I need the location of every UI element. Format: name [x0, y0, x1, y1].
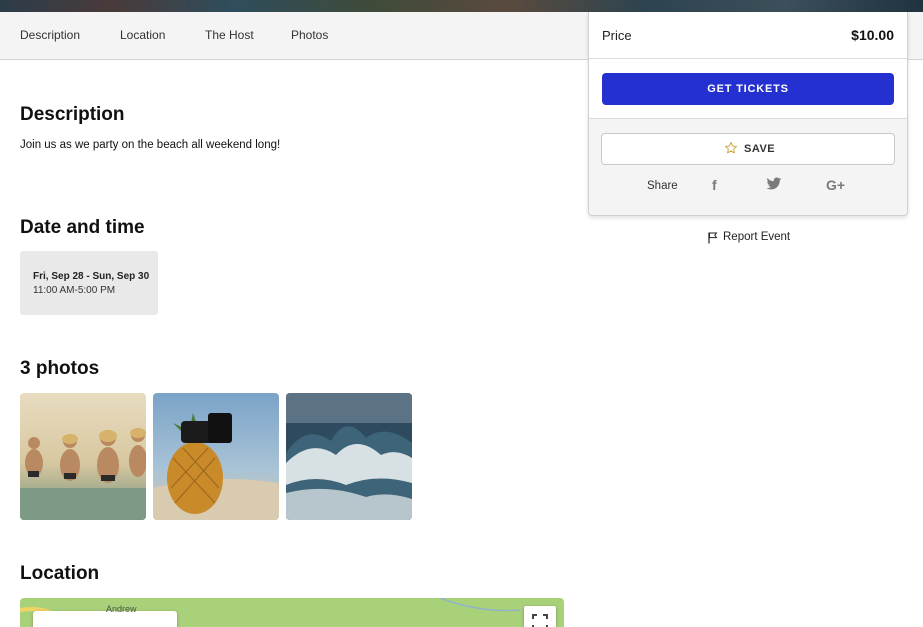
- star-icon: [724, 141, 738, 154]
- map-street-label: Andrew: [106, 604, 137, 614]
- location-map[interactable]: Andrew: [20, 598, 564, 627]
- ticket-panel: Price $10.00 GET TICKETS SAVE Share f G+: [588, 12, 908, 216]
- description-text: Join us as we party on the beach all wee…: [20, 139, 281, 151]
- pineapple-sunglasses-photo[interactable]: [153, 393, 279, 520]
- share-label: Share: [647, 180, 678, 192]
- google-plus-icon[interactable]: G+: [826, 177, 845, 193]
- ocean-wave-photo[interactable]: [286, 393, 412, 520]
- save-label: SAVE: [744, 143, 776, 155]
- time-range: 11:00 AM-5:00 PM: [33, 285, 116, 296]
- flag-icon: [708, 232, 718, 244]
- report-event-label: Report Event: [723, 231, 791, 243]
- facebook-icon[interactable]: f: [712, 177, 717, 193]
- subnav-item-description[interactable]: Description: [20, 28, 80, 42]
- price-label: Price: [602, 28, 632, 43]
- location-heading: Location: [20, 563, 100, 584]
- get-tickets-button[interactable]: GET TICKETS: [602, 73, 894, 105]
- save-button[interactable]: SAVE: [601, 133, 895, 165]
- map-info-card: [33, 611, 177, 627]
- fullscreen-button[interactable]: [524, 606, 556, 627]
- description-heading: Description: [20, 104, 125, 125]
- price-row: Price $10.00: [589, 12, 907, 59]
- tickets-zone: GET TICKETS: [589, 59, 907, 119]
- subnav-item-location[interactable]: Location: [120, 28, 165, 42]
- beach-friends-photo[interactable]: [20, 393, 146, 520]
- date-time-card: Fri, Sep 28 - Sun, Sep 30 11:00 AM-5:00 …: [20, 251, 158, 315]
- photos-heading: 3 photos: [20, 358, 100, 379]
- subnav-item-the-host[interactable]: The Host: [205, 28, 254, 42]
- hero-image-strip: [0, 0, 923, 12]
- price-value: $10.00: [851, 27, 894, 43]
- fullscreen-icon: [532, 614, 548, 627]
- date-range: Fri, Sep 28 - Sun, Sep 30: [33, 271, 150, 282]
- twitter-icon[interactable]: [766, 177, 782, 193]
- date-time-heading: Date and time: [20, 217, 145, 238]
- subnav-item-photos[interactable]: Photos: [291, 28, 328, 42]
